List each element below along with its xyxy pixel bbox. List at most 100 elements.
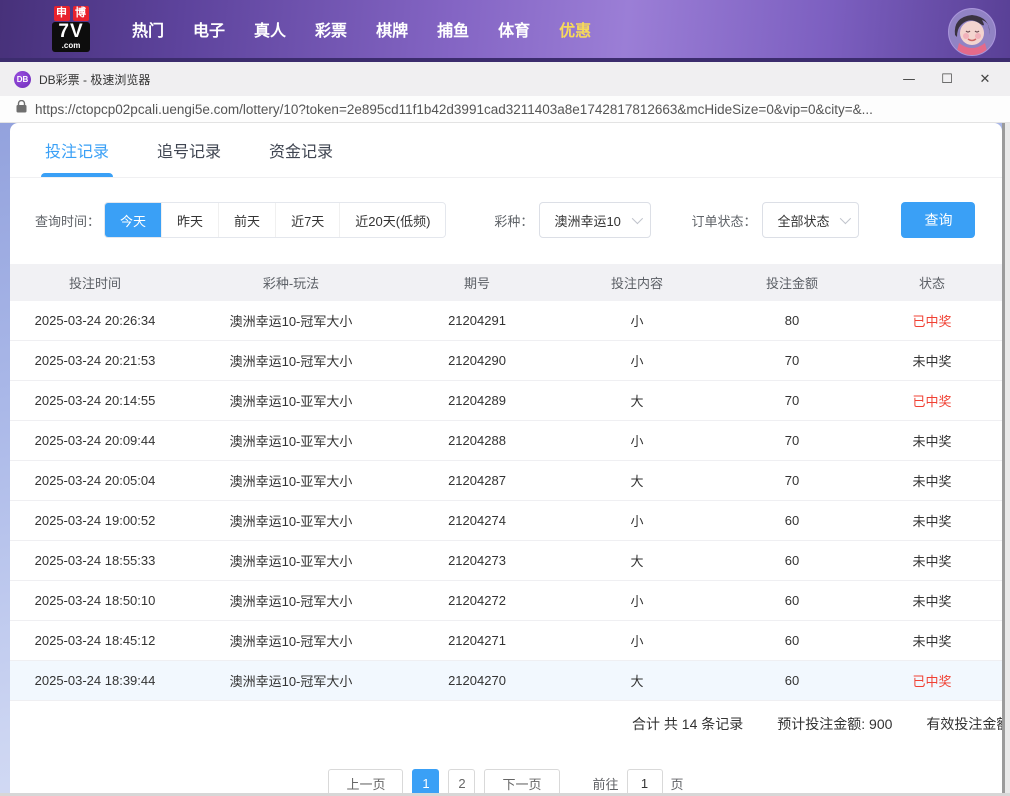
cell-game: 澳洲幸运10-冠军大小 bbox=[229, 354, 353, 369]
col-bet-amount: 投注金额 bbox=[765, 276, 818, 291]
cell-time: 2025-03-24 20:21:53 bbox=[34, 353, 156, 368]
tab-chase-records[interactable]: 追号记录 bbox=[157, 123, 221, 177]
cell-game: 澳洲幸运10-亚军大小 bbox=[229, 474, 353, 489]
cell-issue: 21204272 bbox=[448, 593, 506, 608]
table-row[interactable]: 2025-03-24 20:21:53 澳洲幸运10-冠军大小 21204290… bbox=[10, 341, 1002, 381]
minimize-button[interactable]: — bbox=[890, 62, 928, 96]
cell-game: 澳洲幸运10-冠军大小 bbox=[229, 594, 353, 609]
url-text: https://ctopcp02pcali.uengi5e.com/lotter… bbox=[35, 101, 873, 117]
time-option-day-before[interactable]: 前天 bbox=[218, 203, 276, 237]
search-button[interactable]: 查询 bbox=[901, 202, 976, 238]
cell-amount: 70 bbox=[784, 393, 800, 408]
prev-page-button[interactable]: 上一页 bbox=[328, 769, 404, 796]
maximize-button[interactable]: ☐ bbox=[928, 62, 966, 96]
cell-issue: 21204289 bbox=[448, 393, 506, 408]
cell-amount: 60 bbox=[784, 513, 800, 528]
cell-time: 2025-03-24 20:14:55 bbox=[34, 393, 156, 408]
table-row[interactable]: 2025-03-24 20:14:55 澳洲幸运10-亚军大小 21204289… bbox=[10, 381, 1002, 421]
table-row[interactable]: 2025-03-24 20:05:04 澳洲幸运10-亚军大小 21204287… bbox=[10, 461, 1002, 501]
logo-badge-right: 博 bbox=[72, 6, 89, 21]
cell-content: 小 bbox=[630, 434, 644, 449]
time-filter-group: 今天 昨天 前天 近7天 近20天(低频) bbox=[104, 202, 447, 238]
table-row[interactable]: 2025-03-24 18:55:33 澳洲幸运10-亚军大小 21204273… bbox=[10, 541, 1002, 581]
table-row[interactable]: 2025-03-24 18:50:10 澳洲幸运10-冠军大小 21204272… bbox=[10, 581, 1002, 621]
cell-time: 2025-03-24 20:26:34 bbox=[34, 313, 156, 328]
nav-item-sports[interactable]: 体育 bbox=[498, 17, 530, 41]
nav-item-promo[interactable]: 优惠 bbox=[559, 17, 591, 41]
cell-game: 澳洲幸运10-亚军大小 bbox=[229, 434, 353, 449]
pagination: 上一页 1 2 下一页 前往 页 bbox=[10, 769, 1002, 796]
status-filter-label: 订单状态： bbox=[691, 213, 757, 229]
nav-item-chess[interactable]: 棋牌 bbox=[376, 17, 408, 41]
next-page-button[interactable]: 下一页 bbox=[484, 769, 560, 796]
time-option-7days[interactable]: 近7天 bbox=[275, 203, 340, 237]
cell-issue: 21204290 bbox=[448, 353, 506, 368]
nav-item-lottery[interactable]: 彩票 bbox=[315, 17, 347, 41]
time-option-20days[interactable]: 近20天(低频) bbox=[339, 203, 446, 237]
nav-item-fishing[interactable]: 捕鱼 bbox=[437, 17, 469, 41]
cell-time: 2025-03-24 18:55:33 bbox=[34, 553, 156, 568]
lottery-filter-label: 彩种： bbox=[494, 213, 534, 229]
goto-suffix: 页 bbox=[670, 776, 684, 792]
cell-status: 未中奖 bbox=[912, 594, 952, 609]
table-row[interactable]: 2025-03-24 20:09:44 澳洲幸运10-亚军大小 21204288… bbox=[10, 421, 1002, 461]
table-header: 投注时间 彩种-玩法 期号 投注内容 投注金额 状态 bbox=[10, 264, 1002, 301]
status-select-value: 全部状态 bbox=[777, 213, 830, 229]
cell-amount: 60 bbox=[784, 553, 800, 568]
lottery-select-value: 澳洲幸运10 bbox=[554, 213, 621, 229]
time-filter-label: 查询时间： bbox=[35, 213, 101, 229]
table-row[interactable]: 2025-03-24 18:39:44 澳洲幸运10-冠军大小 21204270… bbox=[10, 661, 1002, 701]
tab-bet-records[interactable]: 投注记录 bbox=[40, 123, 114, 177]
cell-status: 未中奖 bbox=[912, 434, 952, 449]
site-logo[interactable]: 申 博 7V .com bbox=[36, 6, 106, 52]
nav-item-live[interactable]: 真人 bbox=[254, 17, 286, 41]
page-button-1[interactable]: 1 bbox=[412, 769, 440, 796]
cell-status: 未中奖 bbox=[912, 514, 952, 529]
cell-content: 小 bbox=[630, 594, 644, 609]
cell-game: 澳洲幸运10-亚军大小 bbox=[229, 554, 353, 569]
chevron-down-icon bbox=[632, 212, 644, 225]
summary-total: 合计 共 14 条记录 bbox=[632, 716, 744, 732]
summary-bar: 合计 共 14 条记录 预计投注金额: 900 有效投注金额: 900 bbox=[10, 704, 1002, 742]
table-row[interactable]: 2025-03-24 18:45:12 澳洲幸运10-冠军大小 21204271… bbox=[10, 621, 1002, 661]
cell-amount: 60 bbox=[784, 633, 800, 648]
cell-status: 未中奖 bbox=[912, 354, 952, 369]
cell-status: 已中奖 bbox=[912, 674, 952, 689]
cell-amount: 70 bbox=[784, 433, 800, 448]
goto-page-input[interactable] bbox=[626, 769, 663, 796]
lottery-select[interactable]: 澳洲幸运10 bbox=[539, 202, 652, 238]
time-option-today[interactable]: 今天 bbox=[105, 203, 162, 237]
table-row[interactable]: 2025-03-24 20:26:34 澳洲幸运10-冠军大小 21204291… bbox=[10, 301, 1002, 341]
table-row[interactable]: 2025-03-24 19:00:52 澳洲幸运10-亚军大小 21204274… bbox=[10, 501, 1002, 541]
cell-amount: 80 bbox=[784, 313, 800, 328]
scrollbar[interactable] bbox=[1002, 123, 1010, 796]
col-status: 状态 bbox=[918, 276, 945, 291]
user-avatar[interactable] bbox=[948, 8, 996, 56]
cell-content: 小 bbox=[630, 634, 644, 649]
cell-amount: 60 bbox=[784, 593, 800, 608]
table-body: 2025-03-24 20:26:34 澳洲幸运10-冠军大小 21204291… bbox=[10, 301, 1002, 701]
bet-records-table: 投注时间 彩种-玩法 期号 投注内容 投注金额 状态 2025-03-24 20… bbox=[10, 264, 1002, 701]
tab-fund-records[interactable]: 资金记录 bbox=[269, 123, 333, 177]
nav-menu: 热门 电子 真人 彩票 棋牌 捕鱼 体育 优惠 bbox=[132, 17, 591, 41]
window-title: DB彩票 - 极速浏览器 bbox=[39, 72, 151, 87]
page-button-2[interactable]: 2 bbox=[448, 769, 476, 796]
time-option-yesterday[interactable]: 昨天 bbox=[161, 203, 219, 237]
url-bar[interactable]: https://ctopcp02pcali.uengi5e.com/lotter… bbox=[0, 96, 1010, 123]
cell-content: 小 bbox=[630, 314, 644, 329]
cell-time: 2025-03-24 19:00:52 bbox=[34, 513, 156, 528]
summary-valid-amount: 有效投注金额: 900 bbox=[926, 716, 1002, 732]
cell-issue: 21204274 bbox=[448, 513, 506, 528]
logo-name: 7V bbox=[58, 21, 84, 42]
nav-item-slots[interactable]: 电子 bbox=[193, 17, 225, 41]
cell-time: 2025-03-24 20:09:44 bbox=[34, 433, 156, 448]
cell-game: 澳洲幸运10-冠军大小 bbox=[229, 314, 353, 329]
cell-content: 大 bbox=[630, 674, 644, 689]
nav-item-hot[interactable]: 热门 bbox=[132, 17, 164, 41]
cell-content: 小 bbox=[630, 514, 644, 529]
status-select[interactable]: 全部状态 bbox=[762, 202, 860, 238]
cell-issue: 21204287 bbox=[448, 473, 506, 488]
close-button[interactable]: ✕ bbox=[966, 62, 1004, 96]
site-navbar: 申 博 7V .com 热门 电子 真人 彩票 棋牌 捕鱼 体育 优惠 bbox=[0, 0, 1010, 62]
cell-status: 已中奖 bbox=[912, 314, 952, 329]
